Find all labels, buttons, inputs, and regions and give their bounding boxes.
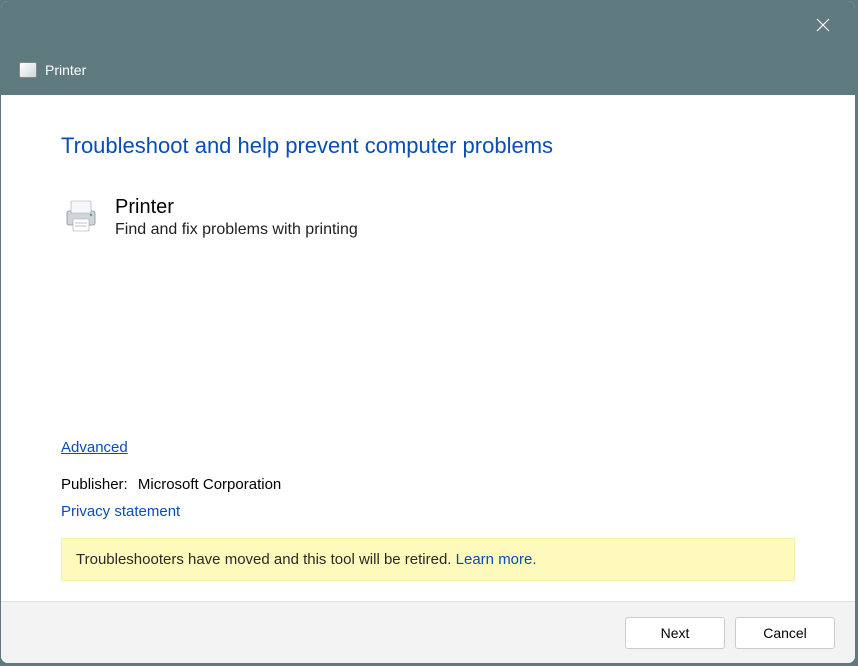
publisher-name: Microsoft Corporation — [138, 476, 281, 493]
header-strip: Printer — [1, 45, 855, 95]
titlebar — [1, 1, 855, 45]
printer-small-icon — [19, 62, 37, 78]
close-button[interactable] — [809, 11, 837, 39]
printer-icon — [61, 195, 101, 235]
troubleshooter-window: Printer Troubleshoot and help prevent co… — [0, 0, 856, 664]
content-area: Troubleshoot and help prevent computer p… — [1, 95, 855, 601]
header-title: Printer — [45, 62, 86, 78]
next-button[interactable]: Next — [625, 617, 725, 649]
troubleshooter-item: Printer Find and fix problems with print… — [61, 195, 795, 239]
cancel-button[interactable]: Cancel — [735, 617, 835, 649]
item-title: Printer — [115, 195, 358, 219]
publisher-label: Publisher: — [61, 476, 128, 493]
item-text: Printer Find and fix problems with print… — [115, 195, 358, 239]
retirement-notice: Troubleshooters have moved and this tool… — [61, 538, 795, 581]
footer: Next Cancel — [1, 601, 855, 663]
privacy-statement-link[interactable]: Privacy statement — [61, 503, 795, 520]
notice-text: Troubleshooters have moved and this tool… — [76, 551, 456, 568]
advanced-link[interactable]: Advanced — [61, 439, 795, 456]
main-heading: Troubleshoot and help prevent computer p… — [61, 133, 795, 159]
learn-more-link[interactable]: Learn more. — [456, 551, 537, 568]
publisher-row: Publisher: Microsoft Corporation — [61, 476, 795, 493]
close-icon — [816, 18, 830, 32]
item-description: Find and fix problems with printing — [115, 221, 358, 239]
